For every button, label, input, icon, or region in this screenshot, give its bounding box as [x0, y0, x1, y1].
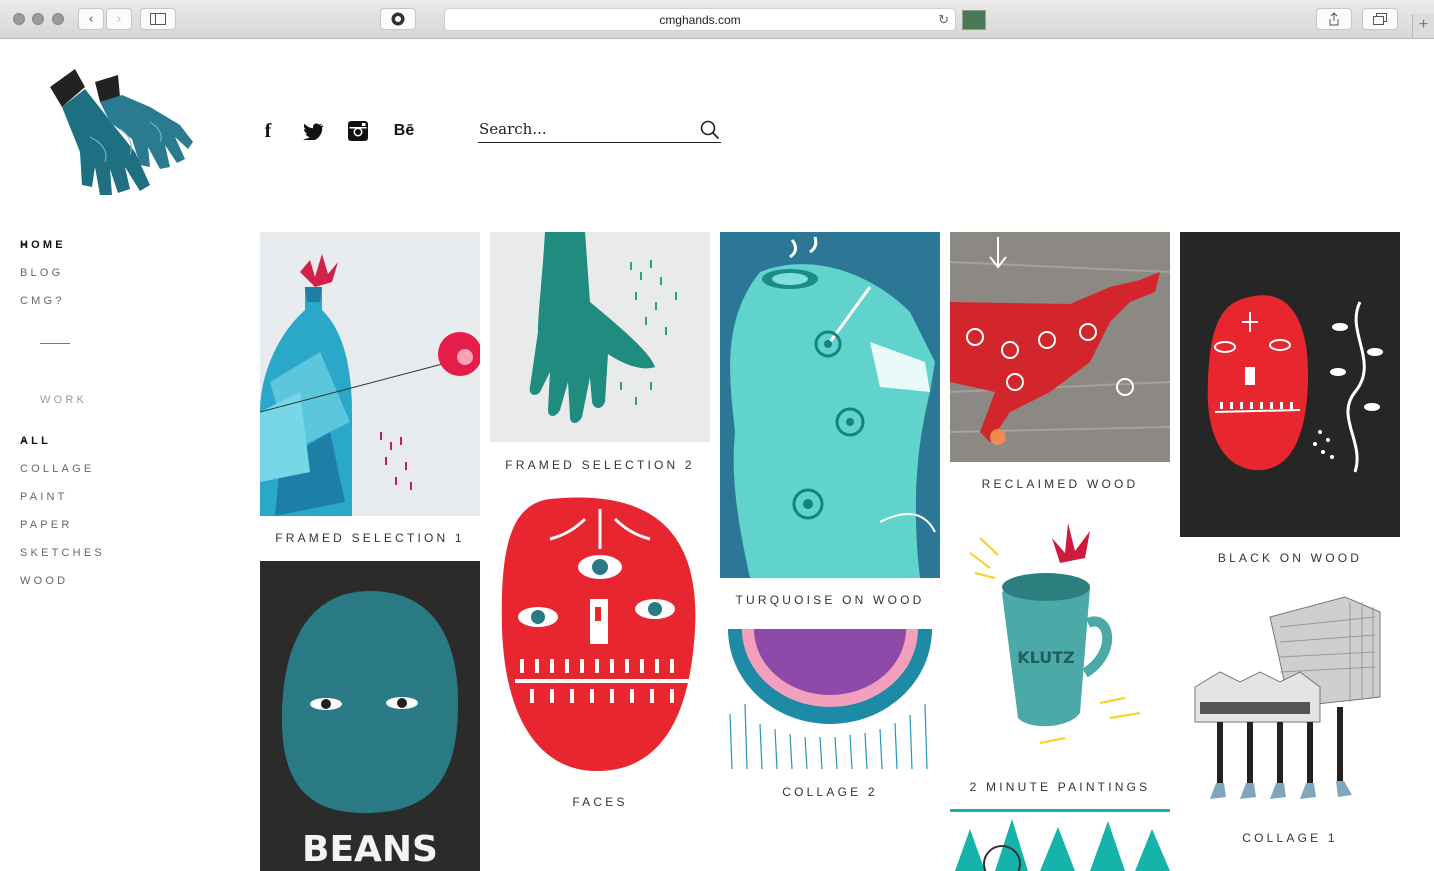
beans-text: BEANS — [302, 829, 438, 870]
tile-caption[interactable]: COLLAGE 2 — [720, 785, 940, 799]
nav-home[interactable]: HOME — [20, 239, 66, 251]
nav-divider — [40, 343, 70, 344]
tile-caption[interactable]: 2 MINUTE PAINTINGS — [950, 780, 1170, 794]
search-input[interactable]: Search... — [479, 120, 547, 138]
red-arm-artwork — [950, 237, 1170, 445]
tile-caption[interactable]: FRAMED SELECTION 1 — [260, 531, 480, 545]
red-face-artwork — [1207, 295, 1383, 473]
twitter-link[interactable] — [302, 119, 324, 143]
behance-link[interactable]: Bē — [391, 119, 417, 143]
chevron-right-icon: › — [116, 11, 122, 27]
share-icon — [1329, 12, 1339, 26]
tile-caption[interactable]: COLLAGE 1 — [1180, 831, 1400, 845]
bottle-artwork — [260, 254, 480, 516]
half-circle-artwork — [728, 629, 932, 770]
red-mask-artwork — [501, 497, 696, 772]
gallery-item-collage-2[interactable] — [720, 629, 940, 771]
nav-work-collage[interactable]: COLLAGE — [20, 463, 94, 475]
nav-work-paint[interactable]: PAINT — [20, 491, 68, 503]
search-icon[interactable] — [700, 120, 720, 140]
gallery-item-faces[interactable] — [490, 489, 710, 779]
nav-cmg[interactable]: CMG? — [20, 295, 65, 307]
browser-toolbar: ‹ › cmghands.com ↻ + — [0, 0, 1434, 39]
behance-icon: Bē — [393, 122, 415, 139]
hand-artwork — [529, 232, 677, 423]
chevron-left-icon: ‹ — [88, 11, 94, 27]
tile-caption[interactable]: FACES — [490, 795, 710, 809]
zoom-window-button[interactable] — [52, 13, 64, 25]
privacy-button[interactable] — [380, 8, 416, 30]
klutz-text: KLUTZ — [1017, 648, 1075, 667]
nav-work-paper[interactable]: PAPER — [20, 519, 72, 531]
gallery-item-collage-1[interactable] — [1180, 587, 1400, 813]
tile-caption[interactable]: RECLAIMED WOOD — [950, 477, 1170, 491]
gallery-item-2-minute-paintings[interactable]: KLUTZ — [950, 513, 1170, 763]
tile-caption[interactable]: BLACK ON WOOD — [1180, 551, 1400, 565]
search-box[interactable]: Search... — [478, 117, 721, 143]
nav-blog[interactable]: BLOG — [20, 267, 63, 279]
facebook-link[interactable]: f — [260, 119, 276, 143]
hands-logo[interactable] — [40, 67, 200, 202]
instagram-icon — [348, 121, 368, 141]
triangles-artwork — [950, 809, 1170, 871]
tabs-icon — [1373, 13, 1387, 25]
instagram-link[interactable] — [347, 119, 369, 143]
reload-icon[interactable]: ↻ — [938, 9, 949, 31]
facebook-icon: f — [264, 119, 272, 142]
tabs-button[interactable] — [1362, 8, 1398, 30]
address-bar[interactable]: cmghands.com ↻ — [444, 8, 956, 31]
web-page: f Bē Search... × HOME BLOG CMG? WORK × A… — [0, 39, 1434, 871]
share-button[interactable] — [1316, 8, 1352, 30]
new-tab-button[interactable]: + — [1412, 14, 1434, 38]
url-text: cmghands.com — [659, 13, 741, 27]
turquoise-creature-artwork — [730, 236, 936, 578]
gallery-item-framed-selection-2[interactable] — [490, 232, 710, 442]
minimize-window-button[interactable] — [32, 13, 44, 25]
bookmark-thumbnail[interactable] — [962, 10, 986, 30]
nav-work-sketches[interactable]: SKETCHES — [20, 547, 105, 559]
gallery-item-black-on-wood[interactable] — [1180, 232, 1400, 537]
nav-work-all[interactable]: ALL — [20, 435, 51, 447]
hand-icon — [391, 12, 405, 26]
gallery-item-turquoise-on-wood[interactable] — [720, 232, 940, 578]
sidebar-toggle-button[interactable] — [140, 8, 176, 30]
tile-caption[interactable]: TURQUOISE ON WOOD — [720, 593, 940, 607]
back-button[interactable]: ‹ — [78, 8, 104, 30]
work-heading: WORK — [40, 394, 88, 406]
forward-button[interactable]: › — [106, 8, 132, 30]
plus-icon: + — [1418, 16, 1429, 33]
gallery-item-bottom[interactable] — [950, 809, 1170, 871]
tile-caption[interactable]: FRAMED SELECTION 2 — [490, 458, 710, 472]
klutz-mug-artwork: KLUTZ — [969, 523, 1141, 744]
gallery-item-beans[interactable]: BEANS — [260, 561, 480, 871]
beans-face-artwork: BEANS — [281, 591, 459, 870]
twitter-icon — [302, 123, 323, 140]
close-window-button[interactable] — [13, 13, 25, 25]
walking-building-artwork — [1194, 596, 1381, 799]
nav-work-wood[interactable]: WOOD — [20, 575, 68, 587]
sidebar-icon — [150, 13, 166, 25]
gallery-item-reclaimed-wood[interactable] — [950, 232, 1170, 462]
gallery-item-framed-selection-1[interactable] — [260, 232, 480, 516]
